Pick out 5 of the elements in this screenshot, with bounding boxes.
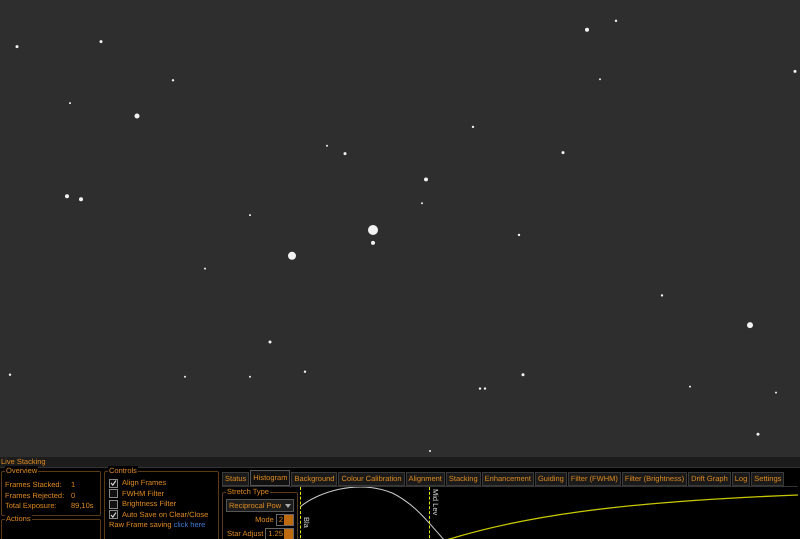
checkbox-box[interactable] bbox=[109, 500, 118, 509]
checkbox-box[interactable] bbox=[109, 510, 118, 520]
checkbox-box[interactable] bbox=[109, 489, 118, 498]
caret-icon bbox=[285, 504, 291, 508]
checkbox-box[interactable] bbox=[109, 478, 118, 488]
